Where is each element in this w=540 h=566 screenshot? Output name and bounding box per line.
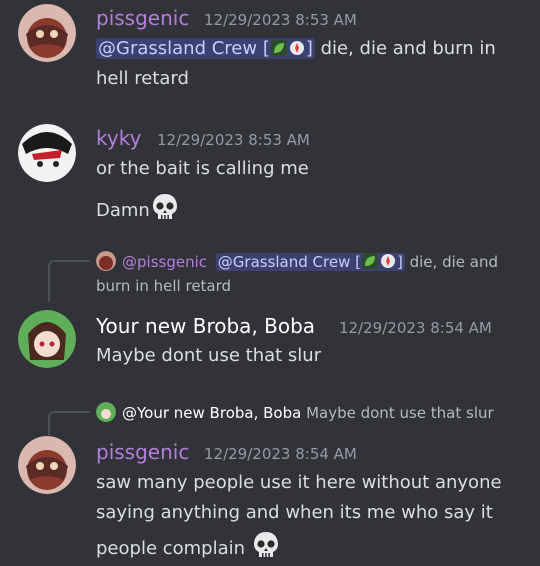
skull-icon: [253, 532, 278, 557]
compass-icon: [380, 254, 395, 268]
author-name[interactable]: pissgenic: [96, 440, 189, 464]
pissgenic-avatar-icon: [96, 251, 116, 271]
timestamp: 12/29/2023 8:53 AM: [157, 131, 310, 149]
author-name[interactable]: Your new Broba, Boba: [96, 314, 315, 338]
role-mention[interactable]: @Grassland Crew []: [96, 38, 315, 59]
message-line: or the bait is calling me: [96, 158, 309, 179]
compass-icon: [289, 41, 304, 55]
message-line: saying anything and when its me who say …: [96, 502, 493, 523]
boba-avatar-icon: [18, 310, 76, 368]
message-line: @Grassland Crew [] die, die and burn in: [96, 38, 496, 59]
reply-preview[interactable]: @Your new Broba, Boba Maybe dont use tha…: [96, 402, 494, 422]
avatar[interactable]: [18, 124, 76, 182]
message-line: people complain: [96, 530, 281, 560]
message-line: hell retard: [96, 68, 189, 89]
reply-spine: [48, 260, 90, 302]
message-line: Damn: [96, 192, 180, 222]
pissgenic-avatar-icon: [18, 436, 76, 494]
reply-preview[interactable]: @pissgenic @Grassland Crew [] die, die a…: [96, 251, 498, 271]
kyky-avatar-icon: [18, 124, 76, 182]
message-line: saw many people use it here without anyo…: [96, 472, 502, 493]
message-line: Maybe dont use that slur: [96, 345, 322, 366]
role-mention[interactable]: @Grassland Crew []: [215, 253, 405, 271]
author-name[interactable]: kyky: [96, 126, 141, 150]
reply-spine: [48, 411, 90, 435]
avatar[interactable]: [18, 310, 76, 368]
reply-author[interactable]: @Your new Broba, Boba: [122, 404, 301, 422]
leaf-icon: [270, 40, 287, 56]
avatar[interactable]: [18, 436, 76, 494]
avatar[interactable]: [18, 4, 76, 62]
reply-author[interactable]: @pissgenic: [122, 253, 207, 271]
author-name[interactable]: pissgenic: [96, 6, 189, 30]
boba-avatar-icon: [96, 402, 116, 422]
reply-preview-line[interactable]: burn in hell retard: [96, 277, 231, 295]
timestamp: 12/29/2023 8:54 AM: [339, 319, 492, 337]
skull-icon: [152, 194, 177, 219]
timestamp: 12/29/2023 8:54 AM: [204, 445, 357, 463]
pissgenic-avatar-icon: [18, 4, 76, 62]
leaf-icon: [361, 253, 378, 269]
timestamp: 12/29/2023 8:53 AM: [204, 11, 357, 29]
